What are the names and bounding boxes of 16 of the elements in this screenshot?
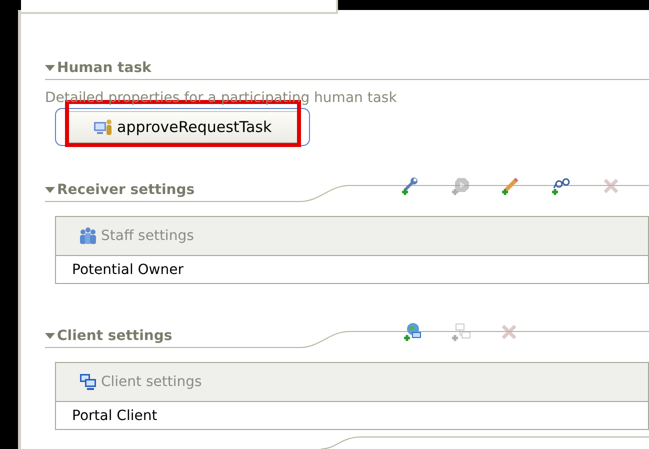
column-header-label: Staff settings <box>101 228 194 244</box>
expand-arrow-icon[interactable] <box>45 65 55 71</box>
table-cell[interactable]: Potential Owner <box>56 256 648 283</box>
add-glasses-icon[interactable] <box>550 176 572 198</box>
expand-arrow-icon[interactable] <box>45 333 55 339</box>
task-button[interactable]: approveRequestTask <box>66 111 299 143</box>
table-cell[interactable]: Portal Client <box>56 402 648 429</box>
expand-arrow-icon[interactable] <box>45 187 55 193</box>
section-title: Client settings <box>57 328 172 344</box>
people-icon <box>78 226 98 246</box>
human-task-icon <box>93 118 113 136</box>
column-header-label: Client settings <box>101 374 202 390</box>
monitors-icon <box>78 372 98 392</box>
section-title: Human task <box>57 60 152 76</box>
add-globe-monitor-icon[interactable] <box>402 322 424 344</box>
section-title: Receiver settings <box>57 182 195 198</box>
